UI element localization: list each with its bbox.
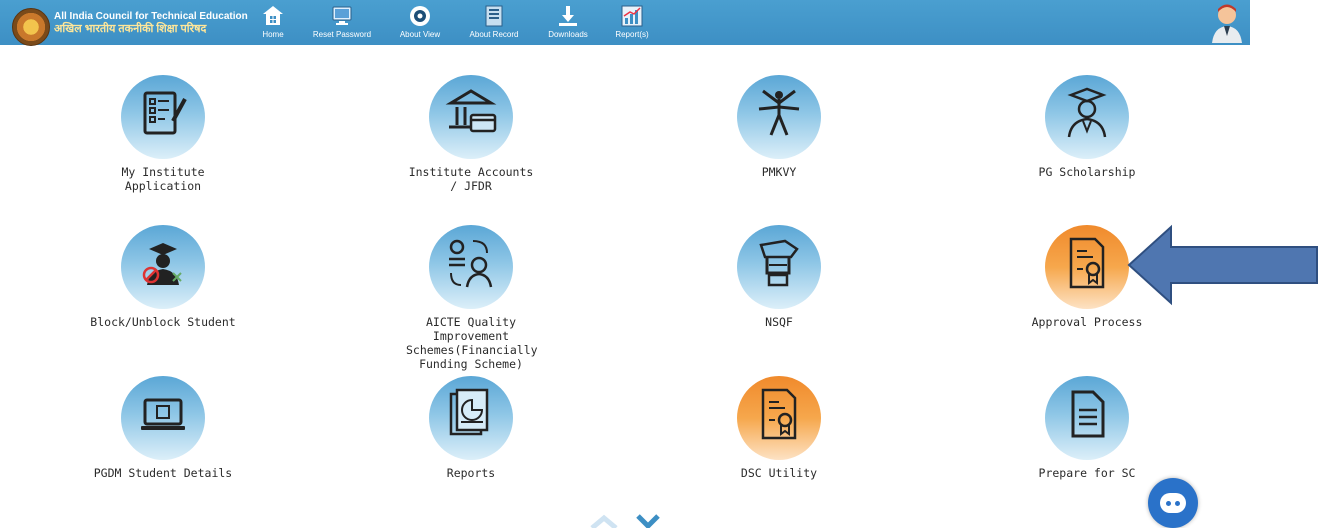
- user-avatar-icon[interactable]: [1210, 3, 1244, 43]
- chatbot-icon: [1160, 493, 1186, 513]
- nav-label: Downloads: [548, 30, 588, 39]
- tile-block-unblock-student[interactable]: Block/Unblock Student: [53, 225, 273, 329]
- tile-nsqf[interactable]: NSQF: [669, 225, 889, 329]
- nav-label: Reset Password: [312, 30, 372, 39]
- tile-icon-circle: [429, 225, 513, 309]
- skill-hand-icon: [759, 239, 799, 287]
- tile-icon-circle: [737, 75, 821, 159]
- tile-label: Reports: [446, 466, 496, 480]
- scroll-controls[interactable]: [590, 508, 660, 528]
- tile-icon-circle: [121, 376, 205, 460]
- graduate-icon: [1067, 87, 1107, 138]
- quality-scheme-icon: [449, 239, 493, 288]
- tile-pg-scholarship[interactable]: PG Scholarship: [977, 75, 1197, 179]
- nav-about-record[interactable]: About Record: [466, 4, 522, 44]
- laptop-icon: [141, 398, 185, 430]
- tile-icon-circle: [737, 225, 821, 309]
- record-icon: [485, 5, 503, 27]
- scroll-up-icon: [590, 514, 618, 528]
- nav-home[interactable]: Home: [258, 4, 288, 44]
- download-icon: [559, 6, 577, 26]
- tile-icon-circle: [121, 225, 205, 309]
- nav-reports[interactable]: Report(s): [612, 4, 652, 44]
- tile-label: Prepare for SC: [1038, 466, 1136, 480]
- top-navigation-bar: All India Council for Technical Educatio…: [0, 0, 1250, 46]
- tile-label: Approval Process: [1031, 315, 1143, 329]
- eye-icon: [410, 6, 430, 26]
- tile-my-institute-application[interactable]: My Institute Application: [53, 75, 273, 193]
- tile-icon-circle: [737, 376, 821, 460]
- tile-label: NSQF: [765, 315, 793, 329]
- blocked-student-icon: [142, 243, 182, 285]
- tile-dsc-utility[interactable]: DSC Utility: [669, 376, 889, 480]
- nav-label: About View: [399, 30, 441, 39]
- bank-card-icon: [445, 89, 497, 133]
- tile-pmkvy[interactable]: PMKVY: [669, 75, 889, 179]
- tile-icon-circle: [429, 376, 513, 460]
- chart-icon: [621, 5, 643, 27]
- tile-label: PMKVY: [761, 165, 797, 179]
- nav-reset-password[interactable]: Reset Password: [310, 4, 374, 44]
- nav-label: About Record: [469, 30, 519, 39]
- tile-icon-circle: [121, 75, 205, 159]
- report-document-icon: [449, 388, 489, 436]
- nav-label: Home: [262, 30, 284, 39]
- tile-pgdm-student-details[interactable]: PGDM Student Details: [53, 376, 273, 480]
- document-icon: [1071, 390, 1105, 438]
- tile-institute-accounts-jfdr[interactable]: Institute Accounts / JFDR: [361, 75, 581, 193]
- nav-about-view[interactable]: About View: [395, 4, 445, 44]
- tile-icon-circle: [1045, 225, 1129, 309]
- tile-label: Block/Unblock Student: [90, 315, 236, 329]
- scroll-down-icon: [636, 514, 660, 528]
- tile-label: AICTE Quality Improvement Schemes(Financ…: [406, 315, 538, 371]
- pointer-arrow-icon: [1127, 224, 1318, 306]
- nav-label: Report(s): [615, 30, 649, 39]
- org-name: All India Council for Technical Educatio…: [54, 11, 248, 35]
- home-icon: [263, 6, 283, 25]
- chatbot-button[interactable]: [1148, 478, 1198, 528]
- application-checklist-icon: [143, 91, 187, 135]
- org-name-english: All India Council for Technical Educatio…: [54, 11, 248, 22]
- tile-icon-circle: [429, 75, 513, 159]
- tile-prepare-for-sc[interactable]: Prepare for SC: [977, 376, 1197, 480]
- nav-downloads[interactable]: Downloads: [545, 4, 591, 44]
- tile-label: Institute Accounts / JFDR: [408, 165, 534, 193]
- tile-reports[interactable]: Reports: [361, 376, 581, 480]
- tile-icon-circle: [1045, 376, 1129, 460]
- aicte-logo: [12, 8, 50, 46]
- certificate-icon: [1069, 237, 1105, 289]
- monitor-icon: [332, 6, 352, 25]
- tile-label: PG Scholarship: [1038, 165, 1136, 179]
- tile-icon-circle: [1045, 75, 1129, 159]
- tile-label: PGDM Student Details: [93, 466, 233, 480]
- tile-aicte-quality-improvement-schemes[interactable]: AICTE Quality Improvement Schemes(Financ…: [361, 225, 581, 371]
- tile-label: My Institute Application: [121, 165, 205, 193]
- people-cheer-icon: [758, 89, 800, 136]
- certificate-icon: [761, 388, 797, 440]
- org-name-hindi: अखिल भारतीय तकनीकी शिक्षा परिषद: [54, 23, 207, 35]
- tile-label: DSC Utility: [740, 466, 818, 480]
